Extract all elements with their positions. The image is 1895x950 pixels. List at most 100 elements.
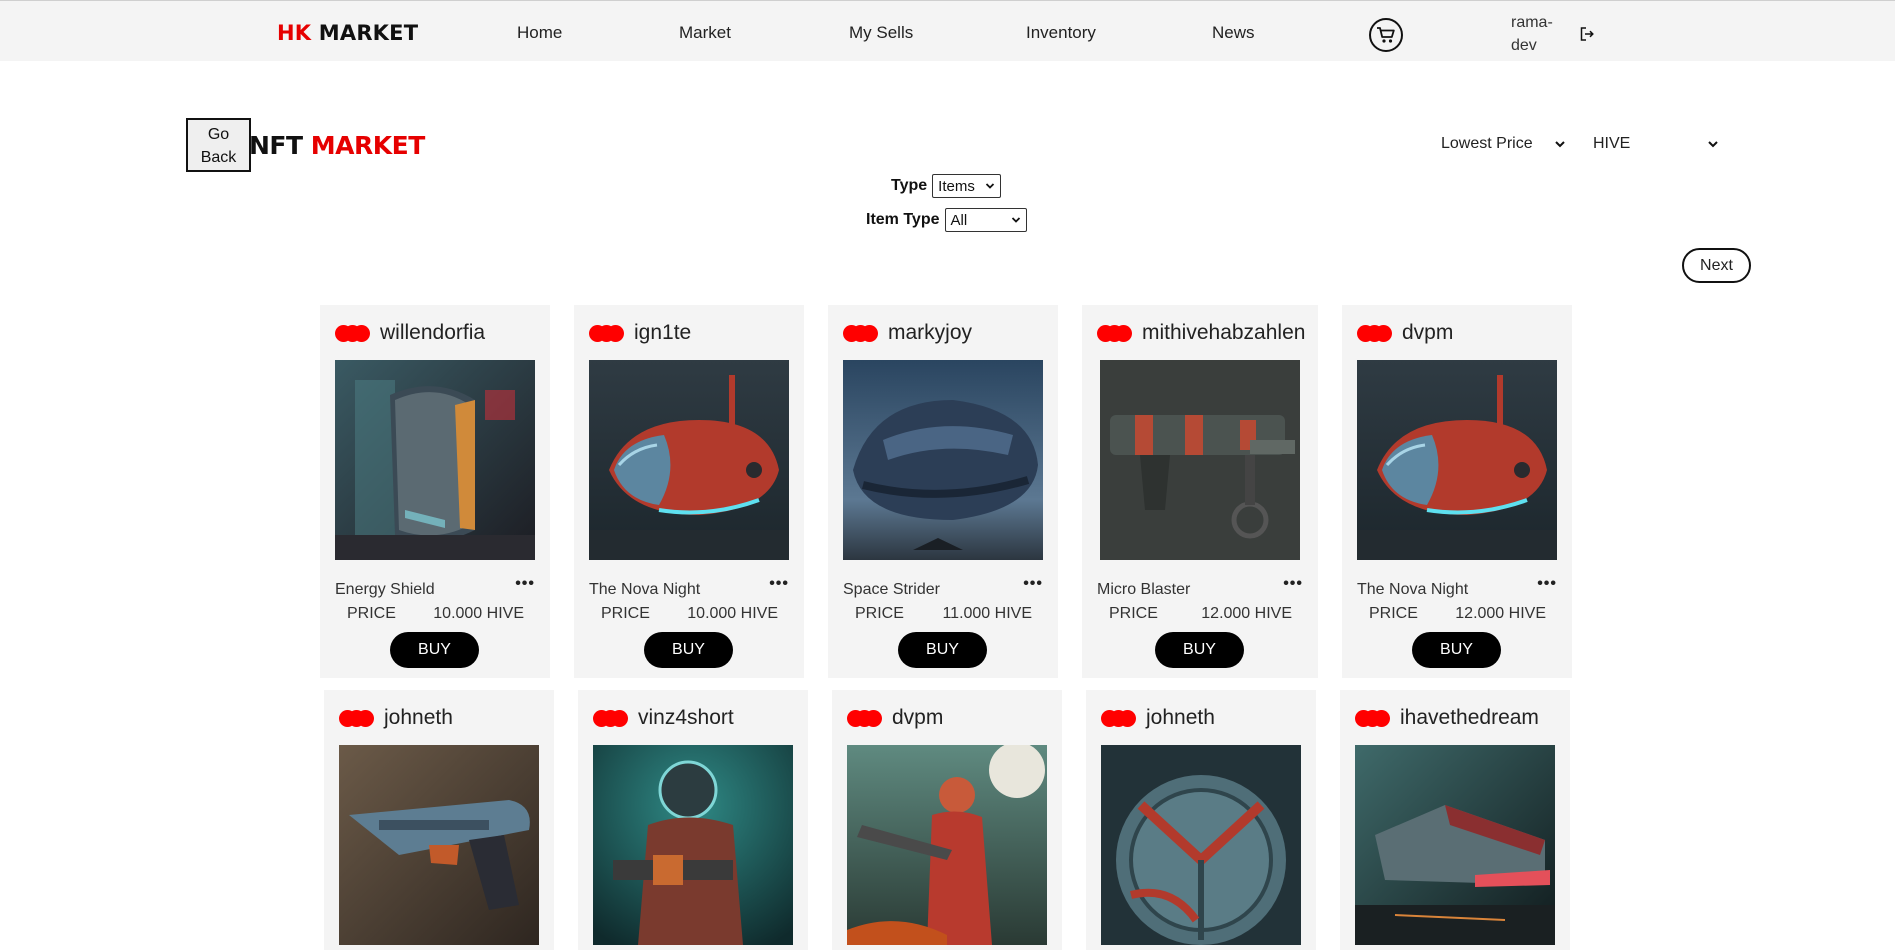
cart-button[interactable] (1369, 18, 1403, 52)
nft-card: vinz4short (578, 690, 808, 950)
buy-button[interactable]: BUY (1412, 632, 1501, 668)
nft-card: johneth (324, 690, 554, 950)
item-type-filter-label: Item Type (866, 211, 940, 228)
nft-card: markyjoy Space Strider ••• PRICE 11.000 … (828, 305, 1058, 678)
item-name: Energy Shield (335, 581, 435, 598)
nft-image[interactable] (339, 745, 539, 945)
nav-news[interactable]: News (1212, 23, 1255, 43)
seller-name[interactable]: ign1te (634, 321, 691, 345)
seller-dots-icon (847, 709, 882, 727)
nft-image[interactable] (843, 360, 1043, 560)
nav-inventory[interactable]: Inventory (1026, 23, 1096, 43)
nft-card: ihavethedream (1340, 690, 1570, 950)
seller-name[interactable]: johneth (1146, 706, 1215, 730)
nft-card: ign1te The Nova Night ••• PRICE 10.000 H… (574, 305, 804, 678)
card-header: dvpm (847, 706, 943, 730)
nav-my-sells[interactable]: My Sells (849, 23, 913, 43)
card-header: ihavethedream (1355, 706, 1539, 730)
nft-image[interactable] (589, 360, 789, 560)
chevron-down-icon (1011, 217, 1020, 223)
price-value: 11.000 HIVE (942, 605, 1032, 622)
nft-image[interactable] (1357, 360, 1557, 560)
more-options-icon[interactable]: ••• (1537, 575, 1557, 593)
card-header: vinz4short (593, 706, 734, 730)
seller-name[interactable]: markyjoy (888, 321, 972, 345)
more-options-icon[interactable]: ••• (1023, 575, 1043, 593)
price-value: 12.000 HIVE (1455, 605, 1546, 622)
logout-button[interactable] (1580, 27, 1594, 46)
item-type-select-value: All (950, 211, 968, 229)
currency-select[interactable]: HIVE (1593, 135, 1720, 153)
nft-image[interactable] (847, 745, 1047, 945)
item-name: The Nova Night (589, 581, 701, 598)
seller-dots-icon (1101, 709, 1136, 727)
price-label: PRICE (855, 605, 904, 622)
price-label: PRICE (1109, 605, 1158, 622)
type-filter: Type Items (891, 174, 1002, 198)
price-value: 10.000 HIVE (433, 605, 524, 622)
price-label: PRICE (601, 605, 650, 622)
nft-image[interactable] (1355, 745, 1555, 945)
seller-dots-icon (593, 709, 628, 727)
page-title-market: MARKET (310, 131, 425, 160)
nft-image[interactable] (1100, 360, 1300, 560)
nav-market[interactable]: Market (679, 23, 731, 43)
seller-name[interactable]: johneth (384, 706, 453, 730)
seller-dots-icon (1357, 324, 1392, 342)
seller-dots-icon (335, 324, 370, 342)
nft-card: dvpm The Nova Night ••• PRICE 12.000 HIV… (1342, 305, 1572, 678)
page-title: NFT MARKET (249, 131, 425, 160)
nft-image[interactable] (335, 360, 535, 560)
card-header: johneth (339, 706, 453, 730)
seller-dots-icon (843, 324, 878, 342)
chevron-down-icon (1554, 141, 1565, 148)
more-options-icon[interactable]: ••• (515, 575, 535, 593)
brand-logo[interactable]: HK MARKET (277, 21, 418, 45)
seller-dots-icon (589, 324, 624, 342)
seller-name[interactable]: dvpm (892, 706, 943, 730)
username-line-2: dev (1511, 37, 1537, 54)
nft-image[interactable] (593, 745, 793, 945)
more-options-icon[interactable]: ••• (1283, 575, 1303, 593)
price-value: 10.000 HIVE (687, 605, 778, 622)
nft-image[interactable] (1101, 745, 1301, 945)
buy-button[interactable]: BUY (898, 632, 987, 668)
item-type-select[interactable]: All (944, 208, 1027, 232)
item-name: The Nova Night (1357, 581, 1469, 598)
item-name: Space Strider (843, 581, 940, 598)
card-header: johneth (1101, 706, 1215, 730)
nav-home[interactable]: Home (517, 23, 562, 43)
type-select[interactable]: Items (932, 174, 1002, 198)
card-header: markyjoy (843, 321, 972, 345)
logo-market: MARKET (318, 21, 419, 45)
top-navbar: HK MARKET Home Market My Sells Inventory… (0, 0, 1895, 61)
card-header: dvpm (1357, 321, 1453, 345)
seller-name[interactable]: vinz4short (638, 706, 734, 730)
price-label: PRICE (1369, 605, 1418, 622)
go-back-line-1: Go (207, 126, 230, 143)
username: rama- dev (1511, 11, 1553, 57)
currency-select-value: HIVE (1593, 135, 1631, 152)
go-back-button[interactable]: Go Back (186, 118, 251, 172)
seller-name[interactable]: dvpm (1402, 321, 1453, 345)
sort-select[interactable]: Lowest Price (1441, 135, 1567, 153)
username-line-1: rama- (1511, 14, 1553, 31)
next-page-button[interactable]: Next (1682, 248, 1751, 283)
seller-dots-icon (1097, 324, 1132, 342)
card-header: willendorfia (335, 321, 485, 345)
price-value: 12.000 HIVE (1201, 605, 1292, 622)
nft-card: johneth (1086, 690, 1316, 950)
seller-name[interactable]: mithivehabzahlen (1142, 321, 1305, 345)
buy-button[interactable]: BUY (1155, 632, 1244, 668)
more-options-icon[interactable]: ••• (769, 575, 789, 593)
seller-name[interactable]: willendorfia (380, 321, 485, 345)
seller-name[interactable]: ihavethedream (1400, 706, 1539, 730)
buy-button[interactable]: BUY (644, 632, 733, 668)
buy-button[interactable]: BUY (390, 632, 479, 668)
nft-card: willendorfia Energy Shield ••• PRICE 10.… (320, 305, 550, 678)
card-header: mithivehabzahlen (1097, 321, 1305, 345)
card-header: ign1te (589, 321, 691, 345)
type-select-value: Items (938, 177, 975, 195)
item-name: Micro Blaster (1097, 581, 1191, 598)
chevron-down-icon (986, 183, 995, 189)
